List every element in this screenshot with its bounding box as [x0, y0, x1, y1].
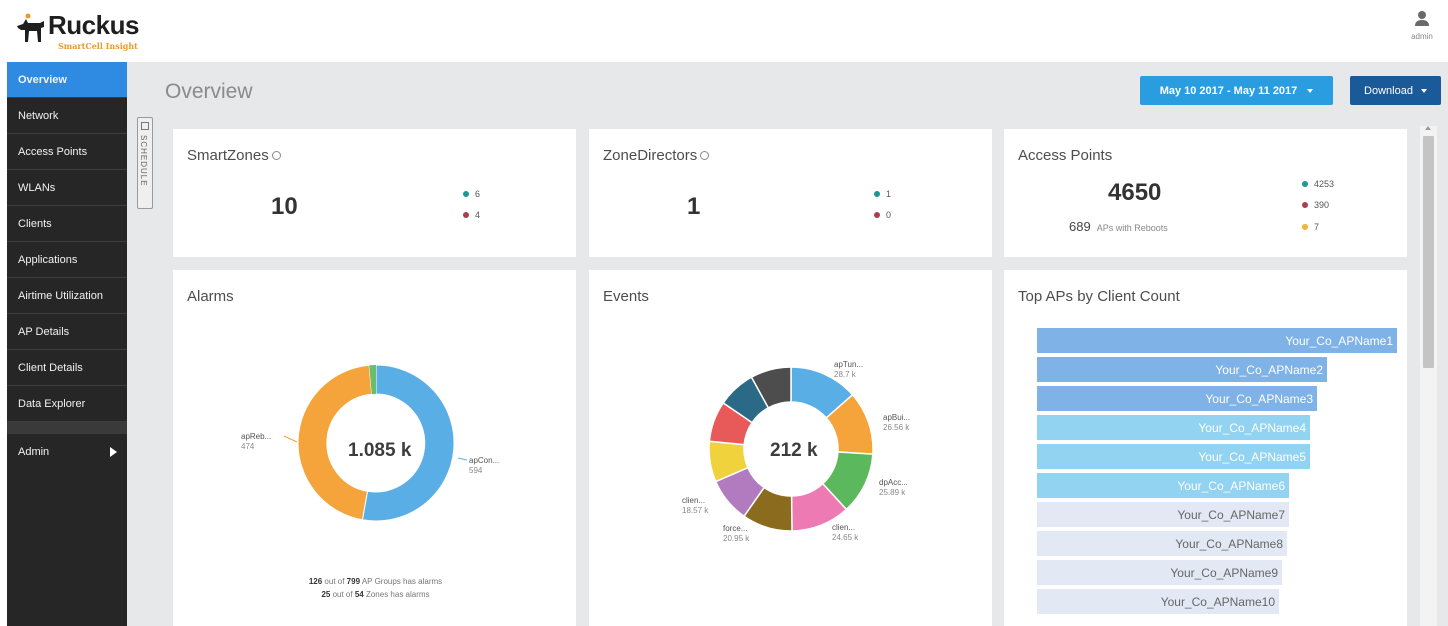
- sidebar-item-applications[interactable]: Applications: [7, 242, 127, 278]
- zonedirectors-total: 1: [687, 193, 701, 220]
- download-label: Download: [1364, 84, 1413, 97]
- zonedirectors-legend-offline: 0: [874, 210, 891, 220]
- ap-bar-9[interactable]: Your_Co_APName9: [1037, 560, 1282, 585]
- ap-bar-4[interactable]: Your_Co_APName4: [1037, 415, 1310, 440]
- ap-bar-3[interactable]: Your_Co_APName3: [1037, 386, 1317, 411]
- sidebar-item-client-details[interactable]: Client Details: [7, 350, 127, 386]
- events-callout-5: force... 20.95 k: [723, 524, 750, 543]
- ap-bar-2[interactable]: Your_Co_APName2: [1037, 357, 1327, 382]
- app-root: Ruckus SmartCell Insight admin Overview …: [0, 0, 1448, 626]
- page-title: Overview: [165, 80, 253, 103]
- online-dot-icon: [1302, 181, 1308, 187]
- online-dot-icon: [463, 191, 469, 197]
- sidebar-item-data-explorer[interactable]: Data Explorer: [7, 386, 127, 422]
- schedule-label: SCHEDULE: [139, 135, 148, 187]
- offline-dot-icon: [463, 212, 469, 218]
- alarms-footer-zones: 25 out of 54 Zones has alarms: [321, 590, 430, 599]
- access-points-card: Access Points 4650 689 APs with Reboots 4…: [1004, 129, 1407, 257]
- smartzones-total: 10: [271, 193, 298, 220]
- user-name: admin: [1411, 32, 1433, 41]
- events-callout-6: clien... 18.57 k: [682, 496, 709, 515]
- flagged-dot-icon: [1302, 224, 1308, 230]
- top-aps-title: Top APs by Client Count: [1018, 288, 1180, 305]
- top-bar: Ruckus SmartCell Insight admin: [0, 0, 1448, 62]
- online-dot-icon: [874, 191, 880, 197]
- access-points-title: Access Points: [1018, 147, 1113, 164]
- smartzones-card: SmartZones 10 6 4: [173, 129, 576, 257]
- zonedirectors-card: ZoneDirectors 1 1 0: [589, 129, 992, 257]
- ap-legend-flagged: 7: [1302, 222, 1319, 232]
- date-range-label: May 10 2017 - May 11 2017: [1159, 84, 1298, 97]
- ap-legend-online: 4253: [1302, 179, 1334, 189]
- events-callout-2: apBui... 26.56 k: [883, 413, 911, 432]
- ap-bar-10[interactable]: Your_Co_APName10: [1037, 589, 1279, 614]
- ap-bar-6[interactable]: Your_Co_APName6: [1037, 473, 1289, 498]
- ap-bar-5[interactable]: Your_Co_APName5: [1037, 444, 1310, 469]
- aps-with-reboots: 689 APs with Reboots: [1069, 219, 1168, 234]
- user-icon: [1415, 11, 1429, 26]
- offline-dot-icon: [1302, 202, 1308, 208]
- date-range-button[interactable]: May 10 2017 - May 11 2017: [1140, 76, 1333, 105]
- alarms-card: Alarms 1.085 k apReb... 474 apCon... 594 1…: [173, 270, 576, 626]
- ruckus-dog-icon: [17, 13, 44, 42]
- top-aps-card: Top APs by Client Count Your_Co_APName1 …: [1004, 270, 1407, 626]
- ap-bar-8[interactable]: Your_Co_APName8: [1037, 531, 1287, 556]
- sidebar-divider: [7, 422, 127, 434]
- main-content: Overview May 10 2017 - May 11 2017 Downl…: [127, 62, 1448, 626]
- sidebar-item-wlans[interactable]: WLANs: [7, 170, 127, 206]
- sidebar-item-clients[interactable]: Clients: [7, 206, 127, 242]
- user-menu[interactable]: admin: [1402, 10, 1442, 41]
- smartzones-title: SmartZones: [187, 147, 281, 164]
- alarms-callout-lines: [283, 435, 468, 461]
- ap-bar-1[interactable]: Your_Co_APName1: [1037, 328, 1397, 353]
- events-card: Events 212 k apTun... 28.7 k apBui... 26.5…: [589, 270, 992, 626]
- calendar-icon: [141, 122, 149, 130]
- ap-legend-offline: 390: [1302, 200, 1329, 210]
- sidebar-item-admin-label: Admin: [18, 446, 50, 458]
- brand-name: Ruckus: [48, 10, 139, 40]
- brand-subtitle: SmartCell Insight: [58, 41, 138, 51]
- offline-dot-icon: [874, 212, 880, 218]
- sidebar-item-network[interactable]: Network: [7, 98, 127, 134]
- schedule-tab[interactable]: SCHEDULE: [137, 117, 153, 209]
- scrollbar-thumb[interactable]: [1423, 136, 1434, 368]
- alarms-footer-ap-groups: 126 out of 799 AP Groups has alarms: [308, 577, 443, 586]
- sidebar-item-ap-details[interactable]: AP Details: [7, 314, 127, 350]
- scroll-up-icon[interactable]: [1425, 126, 1431, 130]
- sidebar-item-airtime-utilization[interactable]: Airtime Utilization: [7, 278, 127, 314]
- ap-bar-7[interactable]: Your_Co_APName7: [1037, 502, 1289, 527]
- ruckus-logo[interactable]: Ruckus SmartCell Insight: [14, 6, 174, 60]
- events-title: Events: [603, 288, 649, 305]
- zonedirectors-legend-online: 1: [874, 189, 891, 199]
- smartzones-legend-offline: 4: [463, 210, 480, 220]
- access-points-total: 4650: [1108, 179, 1162, 206]
- events-callout-1: apTun... 28.7 k: [834, 360, 864, 379]
- events-total: 212 k: [770, 440, 818, 461]
- sidebar-item-admin[interactable]: Admin: [7, 434, 127, 470]
- zonedirectors-title: ZoneDirectors: [603, 147, 710, 164]
- info-icon[interactable]: [271, 150, 281, 160]
- main-scrollbar[interactable]: [1420, 126, 1437, 626]
- chevron-down-icon: [1307, 88, 1314, 93]
- expand-arrow-icon: [110, 447, 117, 457]
- sidebar-item-access-points[interactable]: Access Points: [7, 134, 127, 170]
- sidebar-item-overview[interactable]: Overview: [7, 62, 127, 98]
- events-callout-3: dpAcc... 25.89 k: [879, 478, 908, 497]
- smartzones-legend-online: 6: [463, 189, 480, 199]
- download-button[interactable]: Download: [1350, 76, 1441, 105]
- events-callout-4: clien... 24.65 k: [832, 523, 859, 542]
- chevron-down-icon: [1420, 88, 1427, 93]
- info-icon[interactable]: [700, 150, 710, 160]
- sidebar: Overview Network Access Points WLANs Cli…: [7, 62, 127, 626]
